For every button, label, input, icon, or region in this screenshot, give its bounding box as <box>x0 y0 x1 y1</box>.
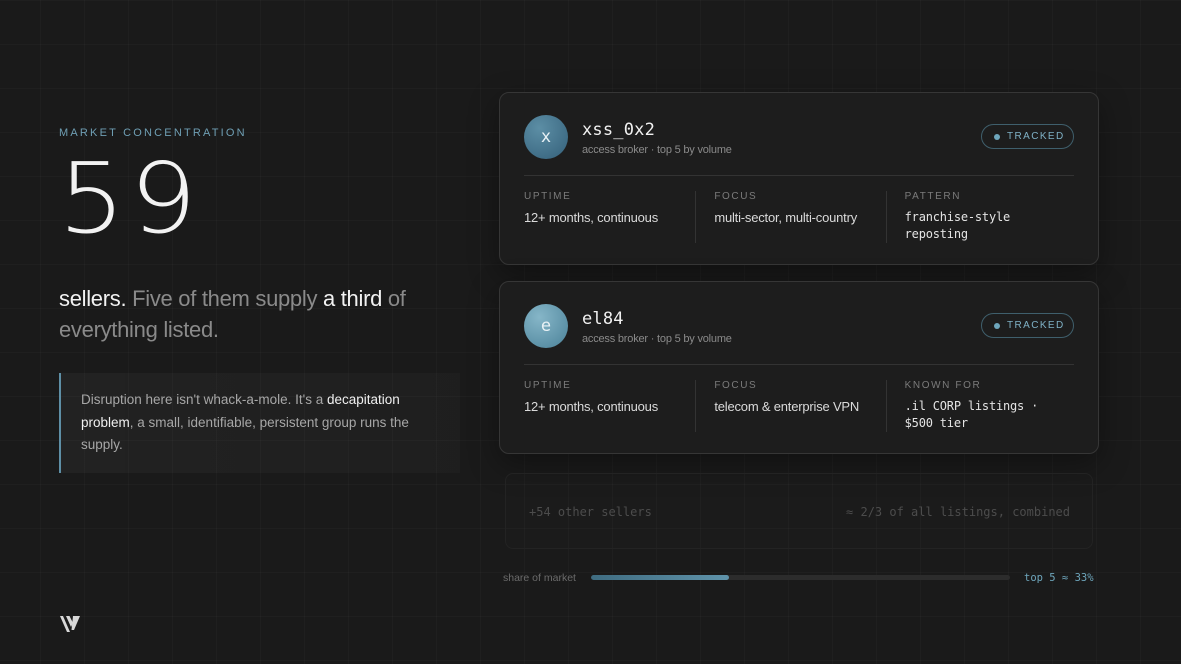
stat-known-for: KNOWN FOR .il CORP listings · $500 tier <box>885 380 1076 432</box>
headline-part-3: a third <box>322 286 383 311</box>
tracked-badge: TRACKED <box>981 313 1074 338</box>
avatar: x <box>524 115 568 159</box>
headline-part-2: Five of them supply <box>126 286 323 311</box>
quote-part-1: Disruption here isn't whack-a-mole. It's… <box>81 392 327 407</box>
dot-icon <box>994 322 1000 329</box>
divider <box>524 175 1074 176</box>
headline-part-1: sellers. <box>59 286 127 311</box>
share-label: share of market <box>503 572 576 584</box>
stat-value: multi-sector, multi-country <box>714 210 858 225</box>
share-bar <box>591 575 1010 580</box>
stat-label: FOCUS <box>714 380 758 391</box>
stat-label: FOCUS <box>714 191 758 202</box>
headline: sellers. Five of them supply a third of … <box>59 283 459 345</box>
stat-label: PATTERN <box>904 191 962 202</box>
other-sellers-row: +54 other sellers ≈ 2/3 of all listings,… <box>505 473 1093 549</box>
v-logo-icon <box>60 616 80 632</box>
other-sellers-count: +54 other sellers <box>529 505 652 519</box>
stat-label: UPTIME <box>524 380 572 391</box>
seller-stats: UPTIME 12+ months, continuous FOCUS tele… <box>524 380 1076 432</box>
other-sellers-share: ≈ 2/3 of all listings, combined <box>846 505 1070 519</box>
avatar: e <box>524 304 568 348</box>
stat-value: .il CORP listings · $500 tier <box>904 399 1039 430</box>
stat-label: KNOWN FOR <box>904 380 982 391</box>
tracked-badge: TRACKED <box>981 124 1074 149</box>
stat-uptime: UPTIME 12+ months, continuous <box>524 380 695 432</box>
seller-card-el84[interactable]: e el84 access broker · top 5 by volume T… <box>499 281 1099 454</box>
seller-handle: xss_0x2 <box>582 120 656 140</box>
seller-card-xss-0x2[interactable]: x xss_0x2 access broker · top 5 by volum… <box>499 92 1099 265</box>
divider <box>524 364 1074 365</box>
stat-value: telecom & enterprise VPN <box>714 399 860 414</box>
quote-part-3: , a small, identifiable, persistent grou… <box>81 414 409 453</box>
stat-value: 12+ months, continuous <box>524 210 658 225</box>
share-bar-fill <box>591 575 730 580</box>
section-eyebrow: MARKET CONCENTRATION <box>59 127 247 139</box>
stat-focus: FOCUS multi-sector, multi-country <box>695 191 885 243</box>
seller-subtitle: access broker · top 5 by volume <box>582 144 732 156</box>
stat-value: 12+ months, continuous <box>524 399 658 414</box>
share-value: top 5 ≈ 33% <box>1024 572 1094 584</box>
stat-label: UPTIME <box>524 191 572 202</box>
stat-focus: FOCUS telecom & enterprise VPN <box>695 380 885 432</box>
badge-label: TRACKED <box>1007 320 1065 331</box>
dot-icon <box>994 133 1000 140</box>
seller-stats: UPTIME 12+ months, continuous FOCUS mult… <box>524 191 1076 243</box>
callout-quote: Disruption here isn't whack-a-mole. It's… <box>59 373 460 473</box>
stat-pattern: PATTERN franchise-style reposting <box>885 191 1076 243</box>
stat-value: franchise-style reposting <box>904 210 1011 241</box>
badge-label: TRACKED <box>1007 131 1065 142</box>
seller-handle: el84 <box>582 309 624 329</box>
seller-count: 59 <box>58 141 201 255</box>
seller-subtitle: access broker · top 5 by volume <box>582 333 732 345</box>
stat-uptime: UPTIME 12+ months, continuous <box>524 191 695 243</box>
